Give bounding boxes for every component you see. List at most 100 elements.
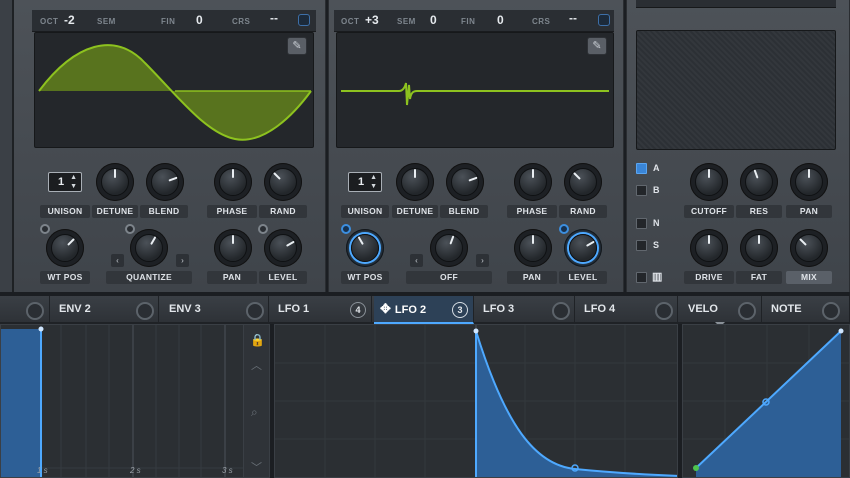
lfo1-mod-count-badge: 4 [350, 302, 366, 318]
tab-lfo4-label: LFO 4 [584, 303, 616, 315]
tab-env2-label: ENV 2 [59, 303, 91, 315]
left-edge-panel [0, 0, 14, 292]
env2-tab-knob-icon[interactable] [136, 302, 154, 320]
lfo2-mod-count-badge: 3 [452, 302, 468, 318]
osc-b-wtpos-mod-ring[interactable] [341, 224, 351, 234]
osc-a-oct-value[interactable]: -2 [64, 13, 75, 27]
scroll-up-icon[interactable]: ︿ [251, 357, 262, 373]
env-axis-2s: 2 s [130, 466, 141, 475]
velocity-graph[interactable] [682, 324, 850, 478]
tab-lfo2-label: LFO 2 [394, 304, 427, 316]
env-side-tools [243, 325, 269, 477]
osc-b-oct-label: OCT [341, 17, 360, 26]
osc-a-unison-spinbox[interactable]: 1 ▲ ▼ [48, 172, 82, 192]
osc-b-phase-knob[interactable] [514, 163, 552, 201]
osc-b-crs-value[interactable]: -- [569, 11, 577, 25]
osc-a-quantize-next-button[interactable]: › [176, 254, 189, 267]
filter-route-n-checkbox[interactable] [636, 218, 647, 229]
osc-a-quantize-mod-ring[interactable] [125, 224, 135, 234]
osc-b-blend-label: BLEND [440, 205, 488, 218]
osc-b-level-mod-ring[interactable] [559, 224, 569, 234]
osc-a-unison-value: 1 [58, 176, 65, 188]
osc-a-wtpos-knob[interactable] [46, 229, 84, 267]
filter-route-s-label: S [653, 240, 660, 250]
osc-a-blend-knob[interactable] [146, 163, 184, 201]
lfo4-tab-knob-icon[interactable] [655, 302, 673, 320]
spin-arrows-icon: ▲ ▼ [370, 174, 377, 190]
osc-b-blend-knob[interactable] [446, 163, 484, 201]
osc-b-warp-knob[interactable] [430, 229, 468, 267]
filter-mix-knob[interactable] [790, 229, 828, 267]
filter-route-a-label: A [653, 163, 660, 173]
osc-b-fin-label: FIN [461, 17, 476, 26]
filter-route-b-checkbox[interactable] [636, 185, 647, 196]
osc-a-level-mod-ring[interactable] [258, 224, 268, 234]
env3-tab-knob-icon[interactable] [246, 302, 264, 320]
osc-b-rand-knob[interactable] [564, 163, 602, 201]
env1-tab-knob-icon[interactable] [26, 302, 44, 320]
filter-pan-knob[interactable] [790, 163, 828, 201]
osc-a-waveform [38, 44, 312, 141]
osc-b-keytrack-button[interactable] [598, 14, 610, 26]
osc-b-unison-spinbox[interactable]: 1 ▲ ▼ [348, 172, 382, 192]
filter-drive-knob[interactable] [690, 229, 728, 267]
osc-b-warp-mode-label[interactable]: OFF [406, 271, 492, 284]
osc-b-wtpos-label: WT POS [341, 271, 389, 284]
filter-cutoff-knob[interactable] [690, 163, 728, 201]
osc-a-quantize-knob[interactable] [130, 229, 168, 267]
velo-tab-knob-icon[interactable] [738, 302, 756, 320]
osc-b-phase-label: PHASE [507, 205, 557, 218]
osc-a-rand-label: RAND [259, 205, 307, 218]
osc-b-edit-pen-icon[interactable]: ✎ [587, 37, 607, 55]
lfo-graph[interactable] [274, 324, 678, 478]
osc-a-wavetable-display[interactable]: ✎ [34, 32, 314, 148]
filter-res-knob[interactable] [740, 163, 778, 201]
osc-a-rand-knob[interactable] [264, 163, 302, 201]
osc-b-detune-knob[interactable] [396, 163, 434, 201]
scroll-down-icon[interactable]: ﹀ [251, 459, 262, 475]
osc-b-oct-value[interactable]: +3 [365, 13, 379, 27]
spin-arrows-icon: ▲ ▼ [70, 174, 77, 190]
osc-b-level-label: LEVEL [559, 271, 607, 284]
osc-b-pan-knob[interactable] [514, 229, 552, 267]
piano-keys-icon: ▥ [652, 271, 663, 283]
lfo3-tab-knob-icon[interactable] [552, 302, 570, 320]
note-tab-knob-icon[interactable] [822, 302, 840, 320]
osc-a-detune-knob[interactable] [96, 163, 134, 201]
osc-b-sem-value[interactable]: 0 [430, 13, 437, 27]
osc-b-warp-prev-button[interactable]: ‹ [410, 254, 423, 267]
envelope-curve [1, 325, 269, 477]
osc-a-crs-value[interactable]: -- [270, 11, 278, 25]
osc-b-detune-label: DETUNE [392, 205, 438, 218]
filter-fat-label: FAT [736, 271, 782, 284]
osc-a-edit-pen-icon[interactable]: ✎ [287, 37, 307, 55]
envelope-graph[interactable]: 1 s 2 s 3 s 🔒 ︿ ⌕ ﹀ [0, 324, 270, 478]
env-axis-1s: 1 s [37, 466, 48, 475]
osc-a-pan-knob[interactable] [214, 229, 252, 267]
filter-keytrack-checkbox[interactable] [636, 272, 647, 283]
filter-type-bar[interactable] [636, 0, 836, 8]
osc-a-wtpos-mod-ring[interactable] [40, 224, 50, 234]
osc-b-crs-label: CRS [532, 17, 551, 26]
osc-b-fin-value[interactable]: 0 [497, 13, 504, 27]
osc-b-wtpos-knob[interactable] [346, 229, 384, 267]
osc-a-level-knob[interactable] [264, 229, 302, 267]
osc-a-crs-label: CRS [232, 17, 251, 26]
osc-a-phase-label: PHASE [207, 205, 257, 218]
filter-route-s-checkbox[interactable] [636, 240, 647, 251]
filter-fat-knob[interactable] [740, 229, 778, 267]
lock-icon[interactable]: 🔒 [250, 333, 265, 347]
osc-a-fin-value[interactable]: 0 [196, 13, 203, 27]
move-drag-icon[interactable]: ✥ [380, 301, 391, 316]
osc-a-keytrack-button[interactable] [298, 14, 310, 26]
osc-a-phase-knob[interactable] [214, 163, 252, 201]
filter-route-a-checkbox[interactable] [636, 163, 647, 174]
osc-b-wavetable-display[interactable]: ✎ [336, 32, 614, 148]
osc-b-warp-next-button[interactable]: › [476, 254, 489, 267]
osc-b-level-knob[interactable] [564, 229, 602, 267]
osc-a-unison-label: UNISON [40, 205, 90, 218]
zoom-icon[interactable]: ⌕ [251, 405, 258, 420]
osc-b-rand-label: RAND [559, 205, 607, 218]
osc-a-pan-label: PAN [207, 271, 257, 284]
osc-a-quantize-prev-button[interactable]: ‹ [111, 254, 124, 267]
